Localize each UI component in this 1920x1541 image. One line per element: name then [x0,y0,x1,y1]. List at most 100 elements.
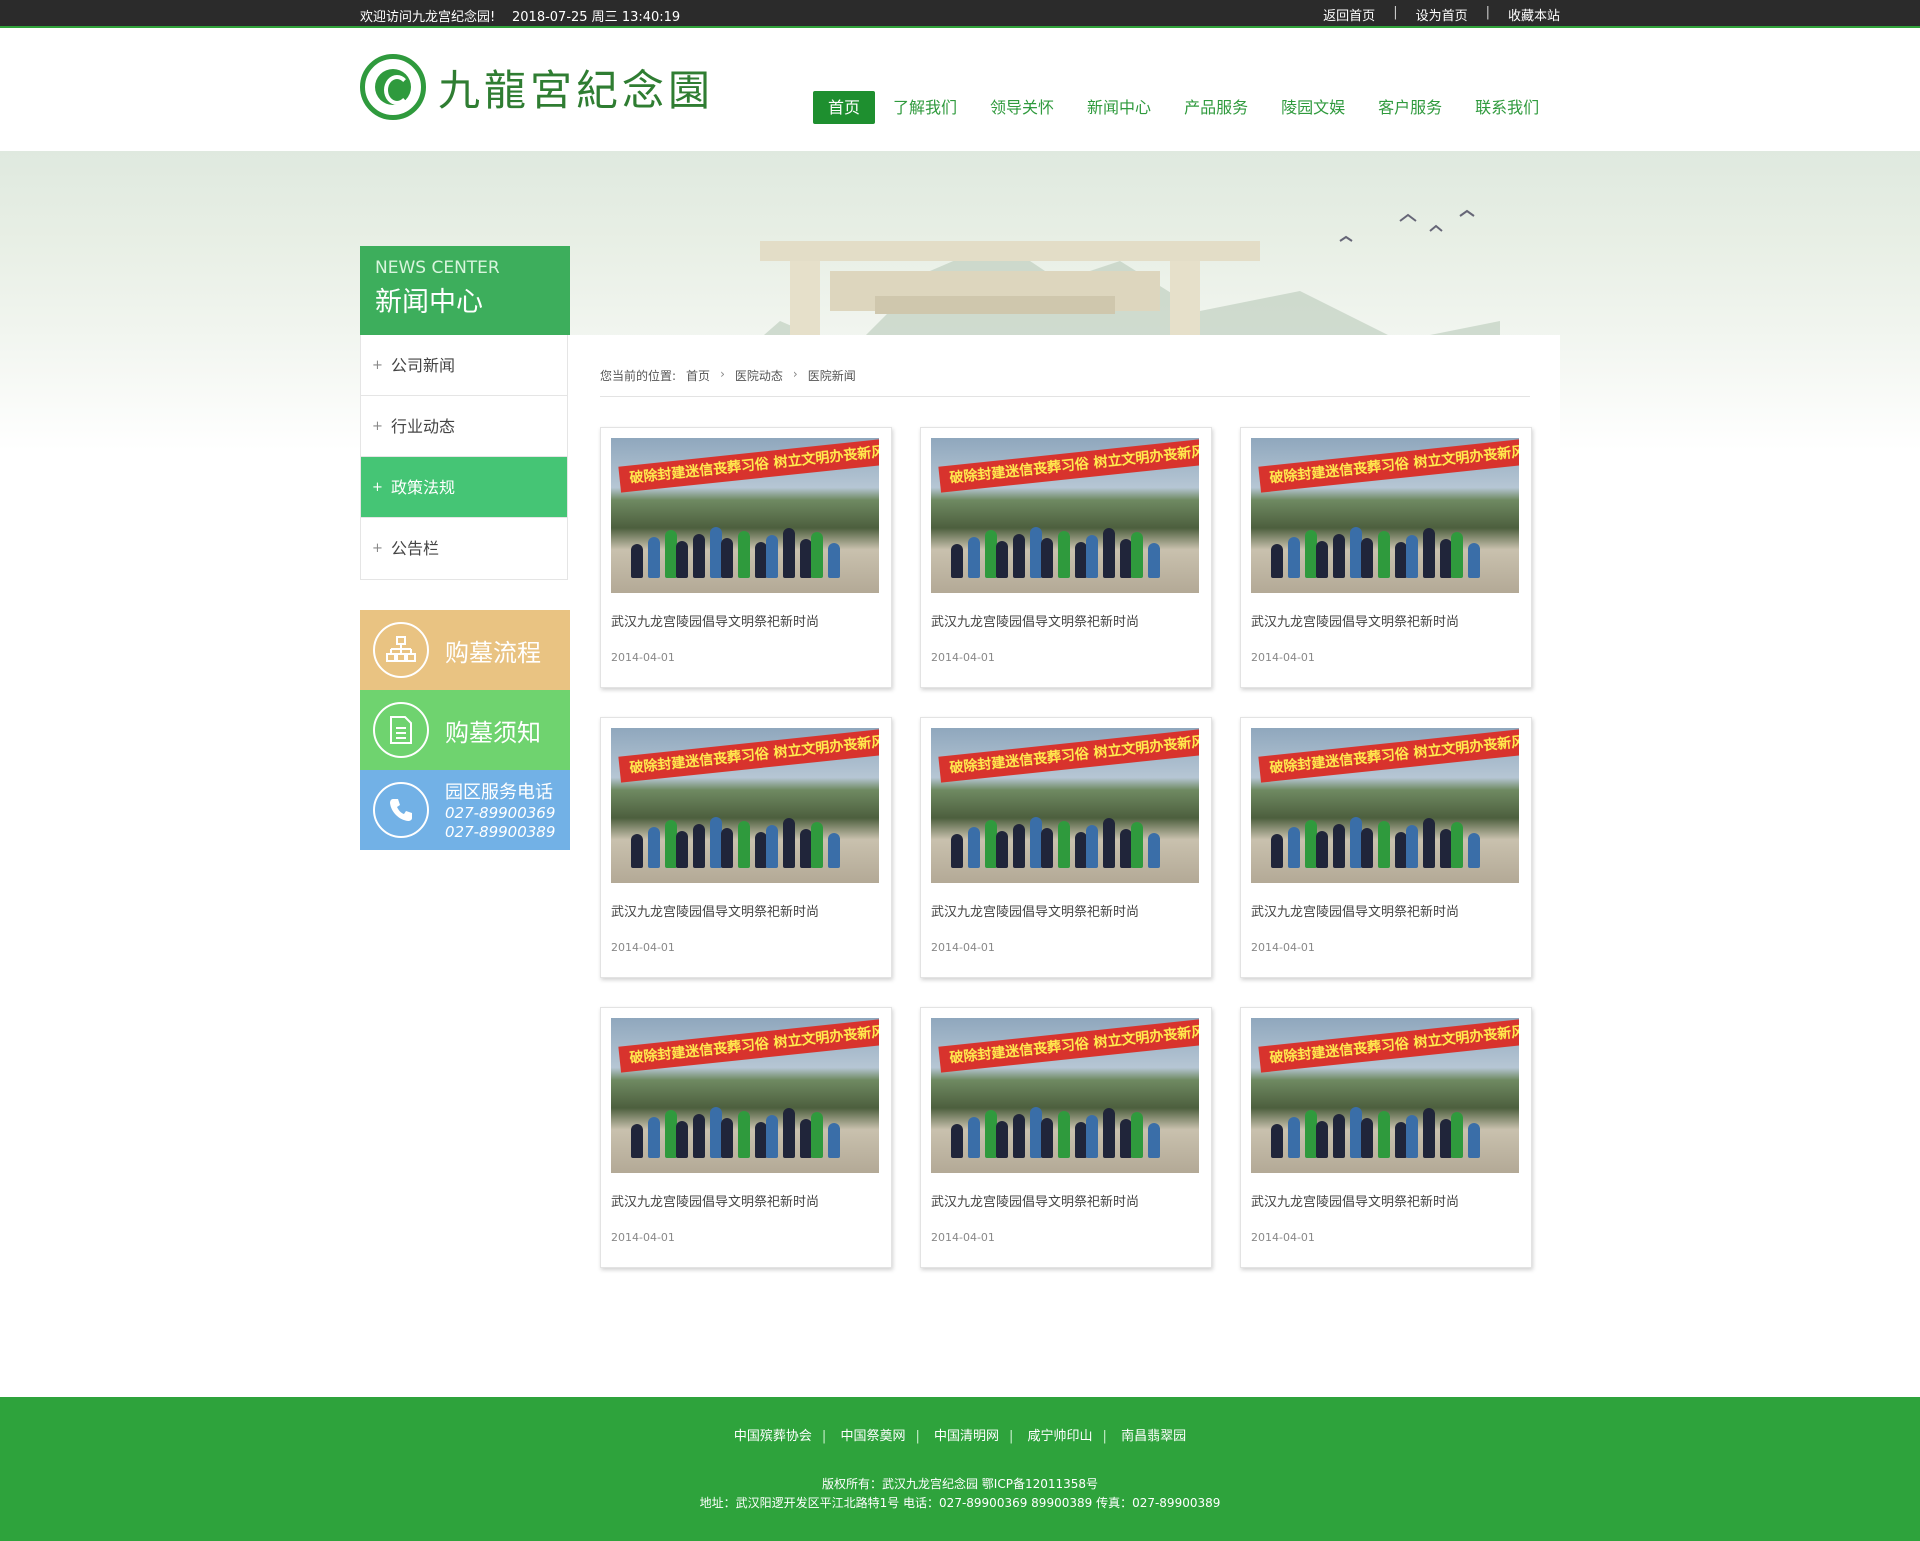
news-card[interactable]: 破除封建迷信丧葬习俗 树立文明办丧新风 武汉九龙宫陵园倡导文明祭祀新时尚 201… [600,717,892,978]
phone-icon [373,782,429,838]
crowd-figure [1058,531,1070,578]
crowd-figure [676,541,688,578]
sidebar-item-company-news[interactable]: 公司新闻 [361,335,567,396]
link-bookmark[interactable]: 收藏本站 [1508,5,1560,24]
news-title: 武汉九龙宫陵园倡导文明祭祀新时尚 [1251,1195,1460,1210]
news-date: 2014-04-01 [611,941,675,954]
news-thumbnail: 破除封建迷信丧葬习俗 树立文明办丧新风 [1251,728,1519,883]
news-thumbnail: 破除封建迷信丧葬习俗 树立文明办丧新风 [611,1018,879,1173]
breadcrumb-current: 医院新闻 [807,369,856,383]
footer-address: 地址：武汉阳逻开发区平江北路特1号 电话：027-89900369 899003… [699,1496,1221,1510]
nav-products[interactable]: 产品服务 [1169,91,1263,124]
crowd-figure [1271,834,1283,868]
crowd-figure [1406,535,1418,578]
footer-link-funeral-assoc[interactable]: 中国殡葬协会 [734,1429,812,1444]
crowd-figure [1378,1111,1390,1158]
main-nav: 首页 了解我们 领导关怀 新闻中心 产品服务 陵园文娱 客户服务 联系我们 [813,91,1557,124]
breadcrumb-hospital-news[interactable]: 医院动态 [735,367,783,384]
crowd-figure [951,1124,963,1158]
nav-contact[interactable]: 联系我们 [1460,91,1554,124]
photo-banner-text: 破除封建迷信丧葬习俗 树立文明办丧新风 [1258,1019,1519,1073]
link-back-home[interactable]: 返回首页 [1323,5,1375,24]
footer-link-qingming[interactable]: 中国清明网 [934,1429,999,1444]
footer-link-jidian[interactable]: 中国祭奠网 [840,1429,905,1444]
nav-service[interactable]: 客户服务 [1363,91,1457,124]
crowd-figure [968,827,980,868]
buy-process-button[interactable]: 购墓流程 [360,610,570,690]
crowd-figure [738,531,750,578]
crowd-figure [631,544,643,578]
crowd-figure [1148,1123,1160,1158]
news-card[interactable]: 破除封建迷信丧葬习俗 树立文明办丧新风 武汉九龙宫陵园倡导文明祭祀新时尚 201… [600,427,892,688]
news-title: 武汉九龙宫陵园倡导文明祭祀新时尚 [1251,615,1460,630]
crowd-figure [968,1117,980,1158]
news-card[interactable]: 破除封建迷信丧葬习俗 树立文明办丧新风 武汉九龙宫陵园倡导文明祭祀新时尚 201… [920,427,1212,688]
buy-notice-button[interactable]: 购墓须知 [360,690,570,770]
news-title: 武汉九龙宫陵园倡导文明祭祀新时尚 [611,905,820,920]
crowd-figure [1103,818,1115,868]
news-card[interactable]: 破除封建迷信丧葬习俗 树立文明办丧新风 武汉九龙宫陵园倡导文明祭祀新时尚 201… [600,1007,892,1268]
phone-number-1: 027-89900369 [445,804,556,822]
nav-leadership[interactable]: 领导关怀 [975,91,1069,124]
sidebar-item-industry[interactable]: 行业动态 [361,396,567,457]
crowd-figure [676,831,688,868]
sidebar-item-policy[interactable]: 政策法规 [361,457,567,518]
crowd-figure [1406,825,1418,868]
nav-culture[interactable]: 陵园文娱 [1266,91,1360,124]
crowd-figure [996,541,1008,578]
breadcrumb-home[interactable]: 首页 [686,367,710,384]
link-set-homepage[interactable]: 设为首页 [1416,5,1468,24]
crowd-figure [1378,821,1390,868]
photo-banner-text: 破除封建迷信丧葬习俗 树立文明办丧新风 [1258,439,1519,493]
site-logo[interactable]: 九龍宮紀念園 [360,54,714,120]
crowd-figure [721,828,733,868]
crowd-figure [968,537,980,578]
separator: | [1485,5,1490,20]
separator: | [821,1429,827,1444]
news-card[interactable]: 破除封建迷信丧葬习俗 树立文明办丧新风 武汉九龙宫陵园倡导文明祭祀新时尚 201… [1240,1007,1532,1268]
photo-banner-text: 破除封建迷信丧葬习俗 树立文明办丧新风 [938,439,1199,493]
sidebar-en-title: NEWS CENTER [375,258,500,278]
news-thumbnail: 破除封建迷信丧葬习俗 树立文明办丧新风 [1251,1018,1519,1173]
sidebar-cn-title: 新闻中心 [375,287,483,318]
news-card[interactable]: 破除封建迷信丧葬习俗 树立文明办丧新风 武汉九龙宫陵园倡导文明祭祀新时尚 201… [920,717,1212,978]
nav-news[interactable]: 新闻中心 [1072,91,1166,124]
news-title: 武汉九龙宫陵园倡导文明祭祀新时尚 [931,905,1140,920]
crowd-figure [693,534,705,578]
welcome-text: 欢迎访问九龙宫纪念园! [360,10,496,25]
sidebar-item-bulletin[interactable]: 公告栏 [361,518,567,579]
crowd-figure [1041,1118,1053,1158]
crowd-figure [1288,537,1300,578]
footer-link-nanchang[interactable]: 南昌翡翠园 [1121,1429,1186,1444]
crowd-figure [783,1108,795,1158]
chevron-right-icon: › [720,367,725,381]
buy-notice-label: 购墓须知 [445,718,541,747]
footer-link-xianning[interactable]: 咸宁帅印山 [1028,1429,1093,1444]
news-card[interactable]: 破除封建迷信丧葬习俗 树立文明办丧新风 武汉九龙宫陵园倡导文明祭祀新时尚 201… [1240,427,1532,688]
crowd-figure [693,1114,705,1158]
news-title: 武汉九龙宫陵园倡导文明祭祀新时尚 [931,615,1140,630]
news-card[interactable]: 破除封建迷信丧葬习俗 树立文明办丧新风 武汉九龙宫陵园倡导文明祭祀新时尚 201… [920,1007,1212,1268]
crowd-figure [828,833,840,868]
crowd-figure [1423,528,1435,578]
divider [600,396,1530,397]
news-date: 2014-04-01 [611,651,675,664]
breadcrumb-prefix: 您当前的位置: [600,369,677,383]
news-card[interactable]: 破除封建迷信丧葬习俗 树立文明办丧新风 武汉九龙宫陵园倡导文明祭祀新时尚 201… [1240,717,1532,978]
nav-home[interactable]: 首页 [813,91,876,124]
crowd-figure [738,1111,750,1158]
crowd-figure [1086,1115,1098,1158]
logo-text: 九龍宮紀念園 [438,65,715,115]
crowd-figure [1288,1117,1300,1158]
crowd-figure [1086,535,1098,578]
crowd-figure [1451,532,1463,578]
news-date: 2014-04-01 [1251,651,1315,664]
news-date: 2014-04-01 [931,941,995,954]
crowd-figure [1361,538,1373,578]
crowd-figure [828,1123,840,1158]
nav-about[interactable]: 了解我们 [878,91,972,124]
crowd-figure [1333,824,1345,868]
crowd-figure [1361,1118,1373,1158]
crowd-figure [1013,824,1025,868]
crowd-figure [1316,1121,1328,1158]
